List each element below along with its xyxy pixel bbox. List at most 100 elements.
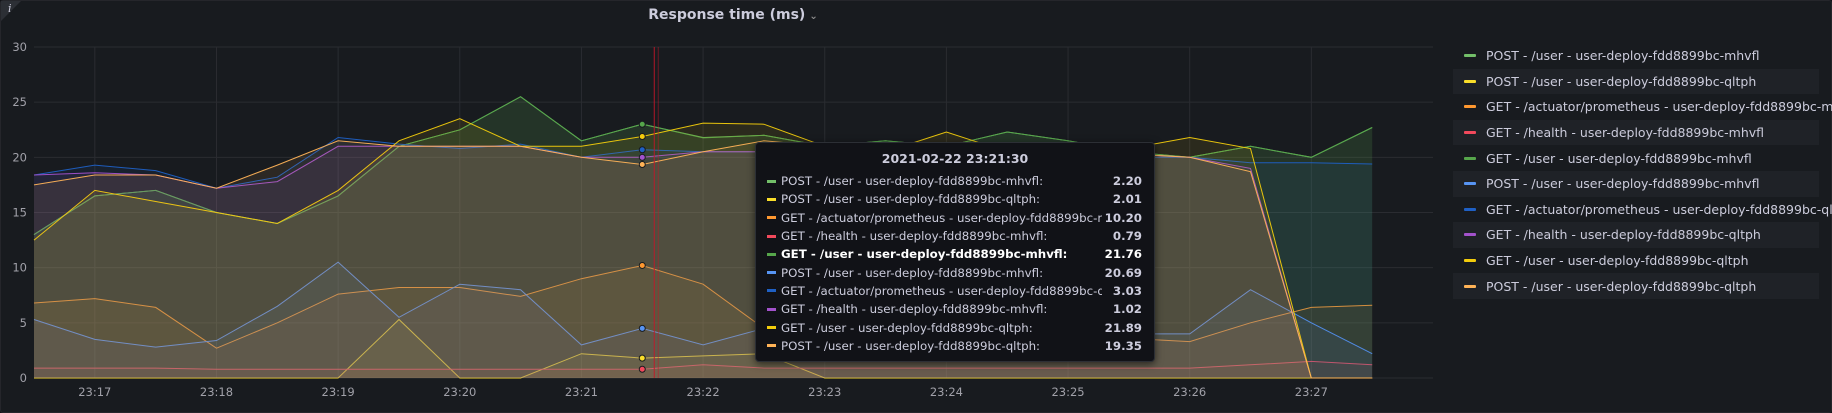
- hover-point: [638, 161, 646, 169]
- tooltip-rows: POST - /user - user-deploy-fdd8899bc-mhv…: [756, 172, 1154, 355]
- tooltip-row: POST - /user - user-deploy-fdd8899bc-qlt…: [756, 337, 1154, 355]
- hover-tooltip: 2021-02-22 23:21:30 POST - /user - user-…: [755, 142, 1155, 362]
- legend-item[interactable]: POST - /user - user-deploy-fdd8899bc-mhv…: [1453, 43, 1819, 69]
- tooltip-row: GET - /actuator/prometheus - user-deploy…: [756, 282, 1154, 300]
- y-tick-label: 15: [12, 206, 27, 220]
- tooltip-label: GET - /health - user-deploy-fdd8899bc-mh…: [781, 302, 1048, 317]
- hover-point: [638, 146, 646, 154]
- x-tick-label: 23:23: [808, 385, 841, 399]
- chevron-down-icon[interactable]: ⌄: [809, 11, 817, 22]
- y-tick-label: 10: [12, 261, 27, 275]
- hover-point: [638, 120, 646, 128]
- legend-swatch: [1464, 131, 1476, 135]
- hover-point: [638, 132, 646, 140]
- x-tick-label: 23:24: [930, 385, 963, 399]
- tooltip-row: POST - /user - user-deploy-fdd8899bc-mhv…: [756, 172, 1154, 190]
- tooltip-swatch: [767, 289, 776, 293]
- legend-item[interactable]: GET - /health - user-deploy-fdd8899bc-mh…: [1453, 119, 1819, 146]
- legend-swatch: [1464, 79, 1476, 83]
- legend-swatch: [1464, 284, 1476, 288]
- y-tick-label: 30: [12, 40, 27, 54]
- legend-item[interactable]: POST - /user - user-deploy-fdd8899bc-qlt…: [1453, 273, 1819, 299]
- tooltip-row: POST - /user - user-deploy-fdd8899bc-mhv…: [756, 263, 1154, 281]
- legend: POST - /user - user-deploy-fdd8899bc-mhv…: [1453, 43, 1832, 299]
- tooltip-row: GET - /health - user-deploy-fdd8899bc-mh…: [756, 227, 1154, 245]
- tooltip-label: POST - /user - user-deploy-fdd8899bc-qlt…: [781, 338, 1041, 353]
- legend-item[interactable]: POST - /user - user-deploy-fdd8899bc-qlt…: [1453, 68, 1819, 95]
- legend-item[interactable]: GET - /user - user-deploy-fdd8899bc-mhvf…: [1453, 145, 1819, 171]
- tooltip-swatch: [767, 197, 776, 201]
- legend-swatch: [1464, 182, 1476, 186]
- legend-swatch: [1464, 259, 1476, 263]
- legend-item[interactable]: GET - /user - user-deploy-fdd8899bc-qltp…: [1453, 248, 1819, 274]
- x-tick-label: 23:17: [78, 385, 111, 399]
- legend-swatch: [1464, 105, 1476, 109]
- tooltip-label: POST - /user - user-deploy-fdd8899bc-mhv…: [781, 174, 1044, 189]
- tooltip-label: GET - /health - user-deploy-fdd8899bc-mh…: [781, 229, 1048, 244]
- tooltip-swatch: [767, 179, 776, 183]
- panel-title-text: Response time (ms): [648, 7, 806, 23]
- tooltip-label: POST - /user - user-deploy-fdd8899bc-qlt…: [781, 192, 1041, 207]
- hover-point: [638, 153, 646, 161]
- tooltip-value: 10.20: [1104, 210, 1142, 225]
- x-tick-label: 23:22: [687, 385, 720, 399]
- chart-plot-area[interactable]: 0 5 10 15 20 25 30 23:17 23:18 23:19 23:20 23:21 23:…: [1, 31, 1441, 409]
- series-area: [34, 140, 1373, 378]
- y-tick-label: 0: [20, 371, 27, 385]
- tooltip-swatch: [767, 307, 776, 311]
- tooltip-value: 20.69: [1104, 265, 1142, 280]
- hover-point: [638, 354, 646, 362]
- tooltip-row: GET - /user - user-deploy-fdd8899bc-qltp…: [756, 318, 1154, 336]
- tooltip-value: 0.79: [1112, 229, 1142, 244]
- y-tick-label: 20: [12, 150, 27, 164]
- legend-label: GET - /actuator/prometheus - user-deploy…: [1486, 201, 1832, 217]
- legend-label: GET - /actuator/prometheus - user-deploy…: [1486, 99, 1832, 115]
- x-tick-label: 23:27: [1295, 385, 1328, 399]
- hover-point: [638, 261, 646, 269]
- hover-point: [638, 324, 646, 332]
- tooltip-row: GET - /user - user-deploy-fdd8899bc-mhvf…: [756, 245, 1154, 263]
- tooltip-value: 21.89: [1104, 320, 1142, 335]
- tooltip-row: POST - /user - user-deploy-fdd8899bc-qlt…: [756, 190, 1154, 208]
- x-tick-label: 23:18: [200, 385, 233, 399]
- tooltip-value: 21.76: [1104, 247, 1142, 262]
- x-tick-label: 23:21: [565, 385, 598, 399]
- tooltip-swatch: [767, 234, 776, 238]
- x-tick-label: 23:20: [443, 385, 476, 399]
- tooltip-value: 2.20: [1112, 174, 1142, 189]
- legend-item[interactable]: GET - /actuator/prometheus - user-deploy…: [1453, 94, 1832, 120]
- tooltip-label: POST - /user - user-deploy-fdd8899bc-mhv…: [781, 265, 1044, 280]
- legend-swatch: [1464, 54, 1476, 58]
- tooltip-label: GET - /actuator/prometheus - user-deploy…: [781, 210, 1102, 225]
- tooltip-label: GET - /actuator/prometheus - user-deploy…: [781, 283, 1102, 298]
- tooltip-swatch: [767, 326, 776, 330]
- tooltip-row: GET - /actuator/prometheus - user-deploy…: [756, 209, 1154, 227]
- tooltip-value: 19.35: [1104, 338, 1142, 353]
- legend-label: POST - /user - user-deploy-fdd8899bc-qlt…: [1486, 278, 1757, 294]
- tooltip-label: GET - /user - user-deploy-fdd8899bc-qltp…: [781, 320, 1033, 335]
- x-tick-label: 23:19: [322, 385, 355, 399]
- legend-label: POST - /user - user-deploy-fdd8899bc-qlt…: [1486, 73, 1757, 89]
- y-tick-label: 25: [12, 95, 27, 109]
- legend-swatch: [1464, 233, 1476, 237]
- legend-swatch: [1464, 156, 1476, 160]
- tooltip-time: 2021-02-22 23:21:30: [881, 151, 1029, 166]
- legend-label: GET - /user - user-deploy-fdd8899bc-mhvf…: [1486, 150, 1752, 166]
- tooltip-label: GET - /user - user-deploy-fdd8899bc-mhvf…: [781, 247, 1068, 262]
- tooltip-value: 1.02: [1112, 302, 1142, 317]
- panel-title[interactable]: Response time (ms) ⌄: [1, 7, 1465, 23]
- tooltip-value: 2.01: [1112, 192, 1142, 207]
- legend-item[interactable]: POST - /user - user-deploy-fdd8899bc-mhv…: [1453, 170, 1819, 197]
- tooltip-swatch: [767, 344, 776, 348]
- legend-label: POST - /user - user-deploy-fdd8899bc-mhv…: [1486, 176, 1760, 192]
- legend-swatch: [1464, 207, 1476, 211]
- y-tick-label: 5: [20, 316, 27, 330]
- panel: i Response time (ms) ⌄ 0 5 10 15 20 25 30 23:17 2…: [0, 0, 1832, 413]
- legend-item[interactable]: GET - /health - user-deploy-fdd8899bc-ql…: [1453, 222, 1819, 248]
- legend-label: GET - /user - user-deploy-fdd8899bc-qltp…: [1486, 253, 1749, 269]
- tooltip-swatch: [767, 216, 776, 220]
- legend-item[interactable]: GET - /actuator/prometheus - user-deploy…: [1453, 197, 1832, 223]
- legend-label: GET - /health - user-deploy-fdd8899bc-mh…: [1486, 125, 1765, 141]
- tooltip-row: GET - /health - user-deploy-fdd8899bc-mh…: [756, 300, 1154, 318]
- tooltip-swatch: [767, 252, 776, 256]
